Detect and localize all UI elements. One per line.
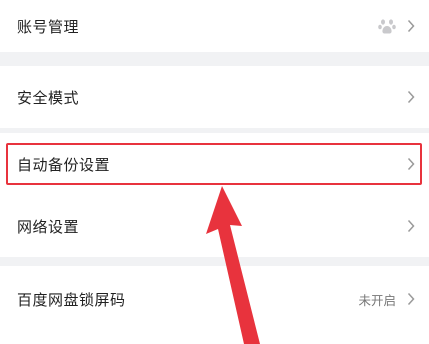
settings-group-account: 账号管理 — [0, 0, 429, 52]
chevron-right-icon — [407, 292, 415, 306]
settings-item-label: 账号管理 — [17, 17, 80, 36]
settings-item-label: 安全模式 — [17, 88, 80, 107]
chevron-right-icon — [407, 219, 415, 233]
chevron-right-icon — [407, 19, 415, 33]
lock-code-status: 未开启 — [358, 292, 396, 308]
annotation-arrow-icon — [206, 186, 260, 344]
settings-item-label: 网络设置 — [17, 217, 80, 236]
paw-icon — [377, 16, 397, 36]
settings-item-safe-mode[interactable]: 安全模式 — [0, 66, 429, 128]
settings-item-label: 百度网盘锁屏码 — [17, 290, 126, 309]
settings-item-account-management[interactable]: 账号管理 — [0, 0, 429, 57]
settings-group-security: 安全模式 — [0, 66, 429, 128]
chevron-right-icon — [407, 90, 415, 104]
